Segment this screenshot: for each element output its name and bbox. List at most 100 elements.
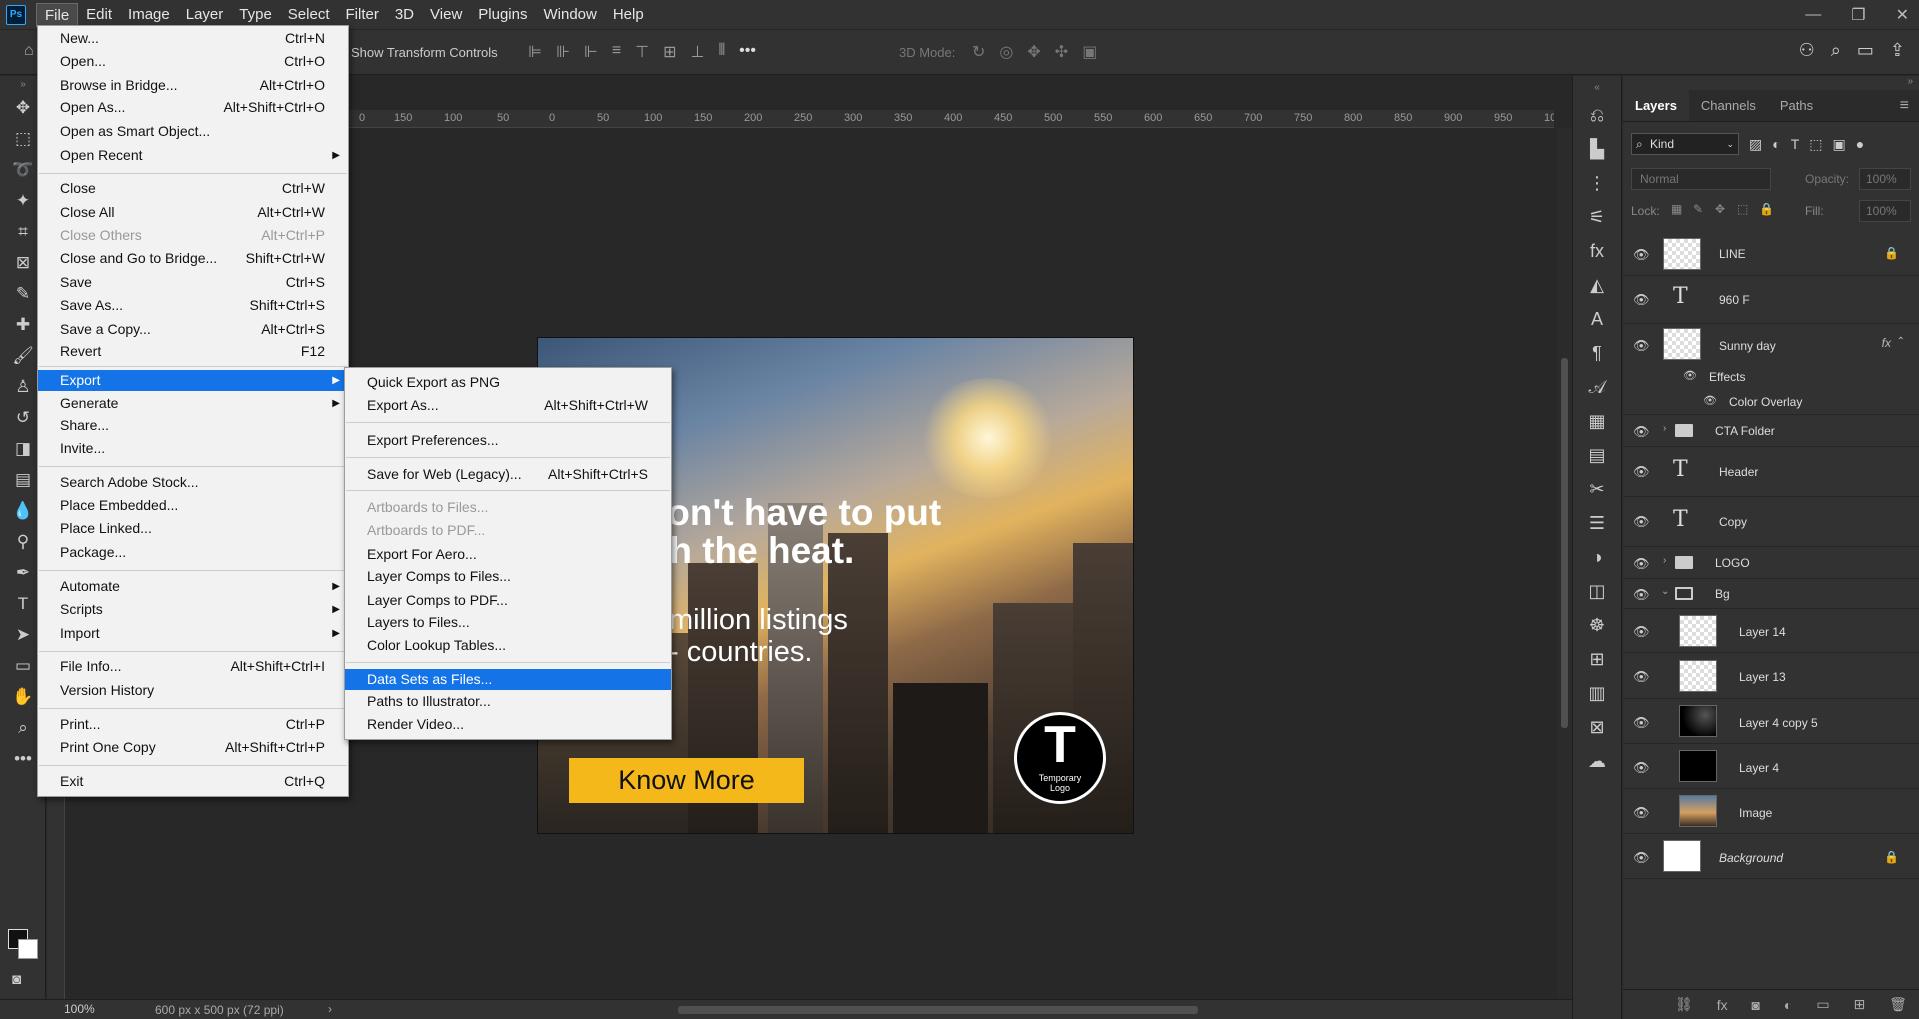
collapse-icon[interactable]: » (1907, 76, 1913, 87)
eye-icon[interactable]: 👁 (1633, 669, 1650, 685)
menu-place-embedded[interactable]: Place Embedded... (38, 495, 348, 516)
share-user-icon[interactable]: ⚇ (1799, 40, 1815, 61)
menu-exit[interactable]: Exit Ctrl+Q (38, 771, 348, 792)
menu-invite[interactable]: Invite... (38, 438, 348, 459)
eye-icon[interactable]: 👁 (1633, 624, 1650, 640)
eye-icon[interactable]: 👁 (1633, 514, 1650, 530)
menu-version-history[interactable]: Version History (38, 680, 348, 701)
chevron-up-icon[interactable]: ⌃ (1897, 336, 1905, 347)
eye-icon[interactable]: 👁 (1633, 292, 1650, 308)
eye-icon[interactable]: 👁 (1633, 247, 1650, 263)
restore-icon[interactable]: ❐ (1851, 5, 1865, 25)
layer-row-logo[interactable]: 👁 › LOGO (1623, 547, 1919, 579)
menu-export-as[interactable]: Export As... Alt+Shift+Ctrl+W (345, 395, 671, 416)
menu-close[interactable]: Close Ctrl+W (38, 178, 348, 199)
swatches-icon[interactable]: ▦ (1573, 404, 1621, 438)
menu-data-sets-as-files[interactable]: Data Sets as Files... (345, 669, 671, 690)
kind-filter-select[interactable]: ⌕ Kind ⌄ (1631, 133, 1739, 155)
eye-icon[interactable]: 👁 (1633, 338, 1650, 354)
filter-type-icon[interactable]: T (1791, 136, 1800, 152)
3d-icon[interactable]: ☸ (1573, 608, 1621, 642)
chevron-right-icon[interactable]: › (1663, 555, 1666, 566)
menu-select[interactable]: Select (280, 3, 338, 27)
tab-channels[interactable]: Channels (1689, 90, 1768, 121)
menu-3d[interactable]: 3D (387, 3, 422, 27)
workspace-icon[interactable]: ▭ (1857, 40, 1874, 61)
blend-mode-select[interactable]: Normal (1631, 168, 1771, 190)
menu-package[interactable]: Package... (38, 542, 348, 563)
eye-icon[interactable]: 👁 (1703, 394, 1717, 407)
lock-artboard-icon[interactable]: ⬚ (1737, 202, 1748, 216)
align-middle-icon[interactable]: ⊞ (663, 42, 676, 62)
filter-toggle-icon[interactable]: ● (1856, 136, 1864, 152)
menu-file[interactable]: File (36, 2, 79, 27)
link-layers-icon[interactable]: ⛓ (1675, 996, 1693, 1013)
menu-place-linked[interactable]: Place Linked... (38, 518, 348, 539)
menu-image[interactable]: Image (120, 3, 178, 27)
eye-icon[interactable]: 👁 (1633, 424, 1650, 440)
filter-adjustment-icon[interactable]: ◐ (1772, 136, 1780, 152)
navigator-icon[interactable]: ◫ (1573, 574, 1621, 608)
background-color-swatch[interactable] (18, 939, 38, 959)
menu-file-info[interactable]: File Info... Alt+Shift+Ctrl+I (38, 656, 348, 677)
paragraph-icon[interactable]: ¶ (1573, 336, 1621, 370)
layer-row-layer14[interactable]: 👁 Layer 14 (1623, 609, 1919, 653)
eye-icon[interactable]: 👁 (1633, 715, 1650, 731)
align-center-icon[interactable]: ⊪ (556, 42, 570, 62)
layer-row-960f[interactable]: 👁 T 960 F (1623, 276, 1919, 324)
orbit-3d-icon[interactable]: ↻ (972, 42, 985, 62)
layer-row-copy[interactable]: 👁 T Copy (1623, 497, 1919, 547)
align-bottom-icon[interactable]: ⊥ (691, 42, 705, 62)
menu-save-copy[interactable]: Save a Copy... Alt+Ctrl+S (38, 319, 348, 340)
notes-icon[interactable]: ▤ (1573, 438, 1621, 472)
quick-mask-icon[interactable]: ◙ (12, 971, 21, 988)
menu-type[interactable]: Type (231, 3, 280, 27)
menu-open-as[interactable]: Open As... Alt+Shift+Ctrl+O (38, 97, 348, 118)
tab-paths[interactable]: Paths (1768, 90, 1825, 121)
menu-open-smart-object[interactable]: Open as Smart Object... (38, 121, 348, 142)
layer-row-bg[interactable]: 👁 ⌄ Bg (1623, 579, 1919, 609)
vertical-scrollbar[interactable] (1557, 128, 1572, 1008)
menu-layer-comps-pdf[interactable]: Layer Comps to PDF... (345, 590, 671, 611)
menu-print-one-copy[interactable]: Print One Copy Alt+Shift+Ctrl+P (38, 737, 348, 758)
vertical-scroll-thumb[interactable] (1561, 358, 1568, 728)
pan-3d-icon[interactable]: ✥ (1027, 42, 1040, 62)
menu-help[interactable]: Help (605, 3, 652, 27)
lock-transparent-icon[interactable]: ▦ (1671, 202, 1682, 216)
properties-icon[interactable]: ◭ (1573, 268, 1621, 302)
timeline-icon[interactable]: ⊞ (1573, 642, 1621, 676)
cloud-icon[interactable]: ☁ (1573, 744, 1621, 778)
fill-input[interactable]: 100% (1859, 200, 1911, 222)
menu-import[interactable]: Import ▶ (38, 623, 348, 644)
libraries-icon[interactable]: ▙ (1573, 132, 1621, 166)
menu-open-recent[interactable]: Open Recent ▶ (38, 145, 348, 166)
history-icon[interactable]: ⎌ (1573, 98, 1621, 132)
collapse-icon[interactable]: « (1573, 76, 1621, 98)
menu-generate[interactable]: Generate ▶ (38, 393, 348, 414)
menu-color-lookup-tables[interactable]: Color Lookup Tables... (345, 635, 671, 656)
chevron-down-icon[interactable]: ⌄ (1661, 586, 1669, 597)
menu-automate[interactable]: Automate ▶ (38, 576, 348, 597)
menu-export-for-aero[interactable]: Export For Aero... (345, 544, 671, 565)
export-share-icon[interactable]: ⇪ (1890, 40, 1905, 61)
menu-filter[interactable]: Filter (338, 3, 387, 27)
color-icon[interactable]: ◑ (1573, 540, 1621, 574)
styles-fx-icon[interactable]: fx (1573, 234, 1621, 268)
eye-icon[interactable]: 👁 (1683, 369, 1697, 382)
menu-print[interactable]: Print... Ctrl+P (38, 714, 348, 735)
eye-icon[interactable]: 👁 (1633, 556, 1650, 572)
eye-icon[interactable]: 👁 (1633, 850, 1650, 866)
new-adjustment-icon[interactable]: ◐ (1784, 997, 1792, 1013)
menu-edit[interactable]: Edit (78, 3, 120, 27)
character-icon[interactable]: A (1573, 302, 1621, 336)
filter-pixel-icon[interactable]: ▨ (1749, 136, 1762, 153)
menu-plugins[interactable]: Plugins (470, 3, 535, 27)
menu-share[interactable]: Share... (38, 415, 348, 436)
document-info[interactable]: 600 px x 500 px (72 ppi) (155, 1003, 284, 1017)
add-style-fx-icon[interactable]: fx (1717, 997, 1728, 1013)
layer-row-layer13[interactable]: 👁 Layer 13 (1623, 653, 1919, 699)
lock-pixels-icon[interactable]: ✎ (1693, 202, 1703, 216)
more-options-icon[interactable]: ••• (739, 42, 756, 62)
menu-window[interactable]: Window (535, 3, 604, 27)
chevron-right-icon[interactable]: › (1663, 423, 1666, 434)
